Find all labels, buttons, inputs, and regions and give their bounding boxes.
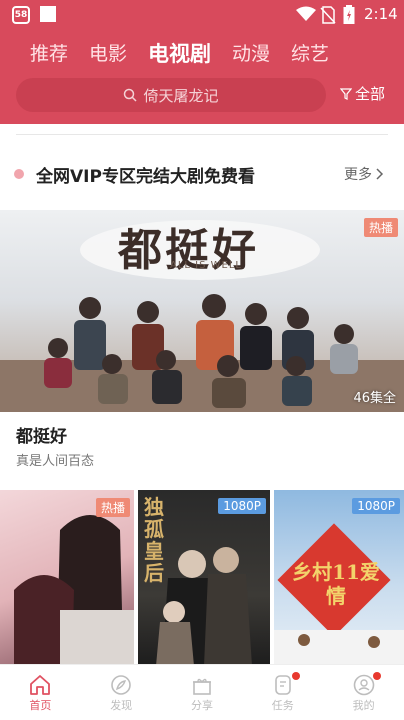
- notification-square-icon: [40, 6, 56, 22]
- poster-title-text: 独孤皇后: [144, 495, 164, 585]
- search-input[interactable]: 倚天屠龙记: [16, 78, 326, 112]
- profile-notification-dot: [373, 672, 382, 680]
- nav-home-label: 首页: [29, 698, 52, 712]
- discover-icon: [111, 674, 131, 695]
- poster-title-text: 乡村11爱情: [292, 560, 380, 608]
- poster-card[interactable]: 热播: [0, 490, 134, 666]
- hot-badge: 热播: [363, 218, 398, 237]
- more-label: 更多: [344, 167, 372, 183]
- search-icon: [124, 88, 138, 102]
- nav-home[interactable]: 首页: [0, 665, 81, 720]
- header-divider: [16, 134, 388, 135]
- tab-recommend[interactable]: 推荐: [30, 38, 68, 70]
- top-header: 58 2:14 推荐 电影 电视剧 动漫 综艺 倚天屠龙记 全部: [0, 0, 404, 124]
- nav-share-label: 分享: [190, 698, 213, 712]
- hd-badge: 1080P: [352, 498, 400, 514]
- section-title: 全网VIP专区完结大剧免费看: [36, 166, 255, 187]
- nav-discover-label: 发现: [110, 698, 133, 712]
- task-icon: [274, 674, 291, 695]
- nav-profile-label: 我的: [352, 698, 375, 712]
- app-notification-icon: 58: [12, 6, 30, 24]
- category-tabs: 推荐 电影 电视剧 动漫 综艺: [30, 38, 350, 70]
- status-time: 2:14: [364, 5, 398, 23]
- section-header: 全网VIP专区完结大剧免费看 更多: [14, 160, 394, 188]
- search-placeholder: 倚天屠龙记: [143, 86, 219, 105]
- nav-share[interactable]: 分享: [162, 665, 243, 720]
- featured-banner[interactable]: 都挺好 ALL IS WELL 热播 46集全: [0, 210, 404, 412]
- nav-discover[interactable]: 发现: [81, 665, 162, 720]
- chevron-right-icon: [376, 168, 384, 180]
- task-notification-dot: [292, 672, 301, 680]
- home-icon: [30, 674, 51, 695]
- filter-all-button[interactable]: 全部: [340, 83, 385, 104]
- featured-title[interactable]: 都挺好: [16, 422, 67, 447]
- gift-icon: [192, 678, 211, 695]
- poster-card[interactable]: 乡村11爱情 1080P: [274, 490, 404, 666]
- poster-card[interactable]: 独孤皇后 1080P: [138, 490, 270, 666]
- profile-icon: [353, 674, 374, 695]
- filter-icon: [340, 87, 352, 100]
- battery-icon: [343, 5, 355, 24]
- tab-variety[interactable]: 综艺: [291, 38, 329, 70]
- more-link[interactable]: 更多: [344, 164, 384, 184]
- hot-badge: 热播: [95, 498, 130, 517]
- nav-tasks[interactable]: 任务: [242, 665, 323, 720]
- episode-count: 46集全: [353, 391, 396, 406]
- hd-badge: 1080P: [218, 498, 266, 514]
- nav-tasks-label: 任务: [271, 698, 294, 712]
- tab-tv-series[interactable]: 电视剧: [148, 38, 211, 70]
- tab-movies[interactable]: 电影: [89, 38, 127, 70]
- poster-row: 热播 独孤皇后 1080P 乡村11爱情 1080P: [0, 490, 404, 666]
- wifi-icon: [296, 6, 316, 21]
- featured-logo-subtitle: ALL IS WELL: [170, 260, 242, 271]
- filter-all-label: 全部: [355, 85, 386, 103]
- bottom-navigation: 首页 发现 分享 任务 我的: [0, 664, 404, 720]
- tab-anime[interactable]: 动漫: [232, 38, 270, 70]
- section-dot-icon: [14, 169, 24, 179]
- no-sim-icon: [320, 6, 336, 24]
- featured-description: 真是人间百态: [16, 454, 95, 469]
- status-bar: 58 2:14: [0, 0, 404, 30]
- nav-profile[interactable]: 我的: [323, 665, 404, 720]
